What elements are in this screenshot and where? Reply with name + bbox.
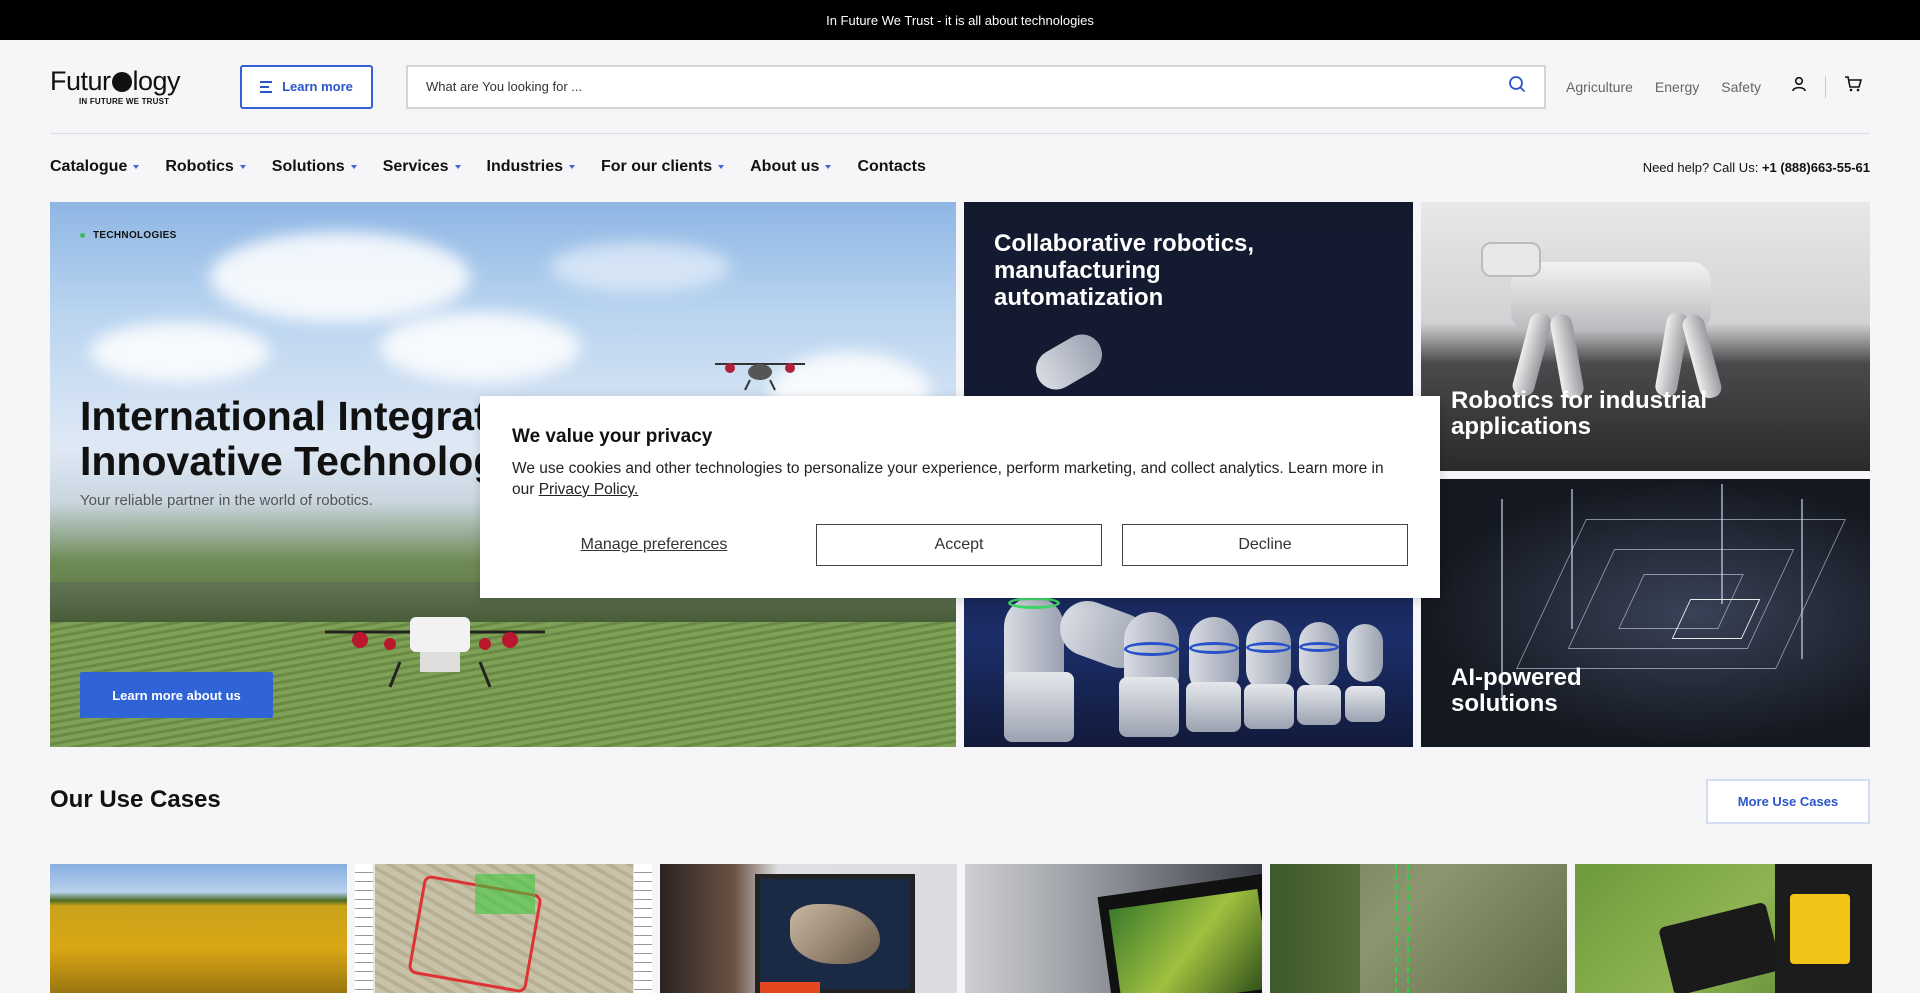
use-case-card[interactable]	[1270, 864, 1567, 993]
nav-services[interactable]: Services	[383, 158, 461, 176]
cookie-body-text: We use cookies and other technologies to…	[512, 460, 1384, 498]
nav-solutions[interactable]: Solutions	[272, 158, 357, 176]
use-case-card[interactable]	[1575, 864, 1872, 993]
logo-text-start: Futur	[50, 66, 111, 96]
more-use-cases-button[interactable]: More Use Cases	[1706, 779, 1870, 824]
chevron-down-icon	[239, 165, 246, 169]
hero-tag: TECHNOLOGIES	[80, 230, 177, 241]
hero-tag-label: TECHNOLOGIES	[93, 230, 177, 241]
manage-preferences-link[interactable]: Manage preferences	[512, 524, 796, 566]
chevron-down-icon	[718, 165, 725, 169]
learn-more-about-us-button[interactable]: Learn more about us	[80, 672, 273, 718]
announcement-text: In Future We Trust - it is all about tec…	[826, 12, 1094, 28]
use-case-card[interactable]	[965, 864, 1262, 993]
search-input[interactable]	[426, 79, 1508, 94]
learn-more-label: Learn more	[282, 79, 353, 94]
use-cases-list	[50, 864, 1872, 993]
user-icon[interactable]	[1791, 76, 1807, 97]
chevron-down-icon	[350, 165, 357, 169]
help-contact: Need help? Call Us: +1 (888)663-55-61	[1643, 160, 1870, 175]
main-nav: Catalogue Robotics Solutions Services In…	[50, 152, 1870, 182]
card-title: Robotics for industrial applications	[1451, 387, 1708, 440]
learn-more-menu-button[interactable]: Learn more	[240, 64, 373, 109]
nav-catalogue[interactable]: Catalogue	[50, 158, 140, 176]
card-ai-solutions[interactable]: AI-powered solutions	[1421, 479, 1870, 747]
nav-label: Solutions	[271, 158, 345, 175]
announcement-bar: In Future We Trust - it is all about tec…	[0, 0, 1920, 40]
card-title: AI-powered solutions	[1451, 664, 1582, 717]
drone-large-image	[325, 617, 545, 688]
divider	[1824, 75, 1826, 98]
card-industrial-robotics[interactable]: Robotics for industrial applications	[1421, 202, 1870, 471]
quick-link-agriculture[interactable]: Agriculture	[1566, 79, 1633, 95]
cookie-title: We value your privacy	[512, 426, 713, 447]
chevron-down-icon	[133, 165, 140, 169]
nav-robotics[interactable]: Robotics	[165, 158, 246, 176]
nav-contacts[interactable]: Contacts	[857, 158, 925, 176]
logo-tagline: IN FUTURE WE TRUST	[79, 97, 170, 106]
chevron-down-icon	[454, 165, 461, 169]
nav-label: About us	[750, 158, 820, 175]
header-icons	[1791, 75, 1863, 98]
logo-text-end: logy	[132, 66, 181, 96]
decline-button[interactable]: Decline	[1122, 524, 1408, 566]
quick-links: Agriculture Energy Safety	[1566, 79, 1761, 95]
accept-button[interactable]: Accept	[816, 524, 1102, 566]
logo-wordmark: Futur logy	[50, 67, 200, 95]
nav-label: Catalogue	[50, 158, 128, 175]
search-bar	[406, 64, 1546, 109]
chevron-down-icon	[825, 165, 832, 169]
nav-label: Robotics	[165, 158, 234, 175]
tag-dot-icon	[80, 233, 85, 238]
nav-label: Contacts	[857, 158, 926, 175]
help-label: Need help? Call Us:	[1642, 159, 1759, 175]
privacy-policy-link[interactable]: Privacy Policy.	[539, 481, 639, 498]
logo[interactable]: Futur logy IN FUTURE WE TRUST	[50, 67, 200, 106]
cookie-actions: Manage preferences Accept Decline	[512, 524, 1408, 566]
cart-icon[interactable]	[1844, 76, 1863, 97]
site-header: Futur logy IN FUTURE WE TRUST Learn more …	[50, 40, 1870, 134]
chevron-down-icon	[569, 165, 575, 169]
quick-link-safety[interactable]: Safety	[1721, 79, 1761, 95]
nav-industries[interactable]: Industries	[487, 158, 575, 176]
logo-circle-icon	[111, 72, 132, 92]
cookie-text: We use cookies and other technologies to…	[512, 458, 1408, 500]
nav-label: For our clients	[601, 158, 713, 175]
cookie-consent-dialog: We value your privacy We use cookies and…	[480, 396, 1440, 598]
nav-about-us[interactable]: About us	[750, 158, 832, 176]
search-icon[interactable]	[1508, 75, 1526, 98]
nav-label: Industries	[486, 158, 563, 175]
hero-subtitle: Your reliable partner in the world of ro…	[80, 492, 373, 509]
help-phone-link[interactable]: +1 (888)663-55-61	[1762, 160, 1870, 175]
use-case-card[interactable]	[660, 864, 957, 993]
drone-small-image	[715, 363, 805, 391]
use-case-card[interactable]	[50, 864, 347, 993]
nav-for-our-clients[interactable]: For our clients	[601, 158, 725, 176]
card-title: Collaborative robotics, manufacturing au…	[994, 230, 1255, 311]
quick-link-energy[interactable]: Energy	[1655, 79, 1699, 95]
menu-icon	[260, 80, 273, 93]
use-case-card[interactable]	[355, 864, 652, 993]
nav-label: Services	[382, 158, 449, 175]
use-cases-heading: Our Use Cases	[50, 786, 221, 813]
